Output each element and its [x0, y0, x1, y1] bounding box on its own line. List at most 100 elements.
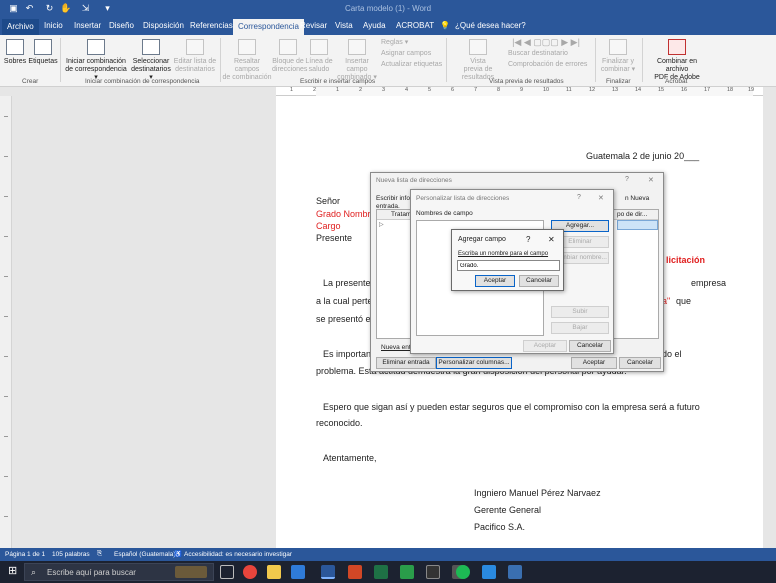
- tab-correspondencia[interactable]: Correspondencia: [233, 19, 304, 35]
- search-icon: ⌕: [31, 567, 37, 577]
- tab-disposicion[interactable]: Disposición: [143, 21, 184, 30]
- finish-merge-icon: [609, 39, 627, 55]
- envelope-icon: [6, 39, 24, 55]
- editar-lista-button[interactable]: Editar lista de destinatarios: [173, 39, 217, 74]
- group-label-iniciar: Iniciar combinación de correspondencia: [85, 78, 200, 85]
- vista-previa-button[interactable]: Vista previa de resultados: [450, 39, 506, 82]
- status-bar: Página 1 de 1 105 palabras ⎘ Español (Gu…: [0, 548, 776, 561]
- taskbar: ⊞ ⌕ Escribe aquí para buscar: [0, 561, 776, 583]
- resaltar-campos-button[interactable]: Resaltar campos de combinación: [222, 39, 272, 82]
- finalizar-combinar-button[interactable]: Finalizar y combinar ▾: [598, 39, 638, 74]
- tab-inicio[interactable]: Inicio: [44, 21, 63, 30]
- app-blue-icon[interactable]: [508, 565, 522, 579]
- touch-mode-icon[interactable]: ✋: [60, 3, 71, 14]
- actualizar-etiquetas-button[interactable]: Actualizar etiquetas: [381, 61, 442, 69]
- status-accesibilidad[interactable]: Accesibilidad: es necesario investigar: [184, 551, 292, 558]
- nueva-lista-cancelar-button[interactable]: Cancelar: [619, 357, 661, 369]
- linea-saludo-button[interactable]: Línea de saludo: [304, 39, 334, 74]
- personalizar-columnas-button[interactable]: Personalizar columnas...: [436, 357, 512, 369]
- personalizar-aceptar-button[interactable]: Aceptar: [523, 340, 567, 352]
- parrafo1-linea2: a la cual perter: [316, 296, 376, 306]
- bloque-direcciones-button[interactable]: Bloque de direcciones: [272, 39, 307, 74]
- grid-selected-cell[interactable]: [617, 220, 658, 230]
- accessibility-icon: ♿: [174, 551, 183, 558]
- agregar-help-icon[interactable]: ?: [526, 235, 530, 244]
- status-pagina[interactable]: Página 1 de 1: [5, 551, 45, 558]
- tab-archivo[interactable]: Archivo: [2, 19, 39, 35]
- file-explorer-icon[interactable]: [267, 565, 281, 579]
- tab-referencias[interactable]: Referencias: [190, 21, 233, 30]
- save-icon[interactable]: ▣: [8, 3, 19, 14]
- tell-me-search[interactable]: ¿Qué desea hacer?: [455, 21, 526, 30]
- presente: Presente: [316, 233, 353, 243]
- word-icon[interactable]: [321, 565, 335, 579]
- powerpoint-icon[interactable]: [348, 565, 362, 579]
- app-green-icon[interactable]: [400, 565, 414, 579]
- vscode-icon[interactable]: [482, 565, 496, 579]
- agregar-cancelar-button[interactable]: Cancelar: [519, 275, 559, 287]
- col-tipo-direccion[interactable]: po de dir...: [617, 211, 658, 218]
- more-icon[interactable]: ▾: [102, 3, 113, 14]
- horizontal-ruler[interactable]: 1 2 1 2 3 4 5 6 7 8 9 10 11 12 13 14 15 …: [276, 87, 763, 96]
- personalizar-help-icon[interactable]: ?: [577, 194, 581, 201]
- record-navigation[interactable]: |◀ ◀ ▢▢▢ ▶ ▶|: [506, 38, 586, 47]
- seleccionar-destinatarios-button[interactable]: Seleccionar destinatarios ▾: [130, 39, 172, 82]
- fecha: Guatemala 2 de junio 20___: [586, 151, 700, 161]
- personalizar-close-icon[interactable]: ✕: [598, 194, 604, 202]
- redo-icon[interactable]: ↻: [44, 3, 55, 14]
- combinar-pdf-adobe-button[interactable]: Combinar en archivo PDF de Adobe: [645, 39, 709, 82]
- personalizar-cancelar-button[interactable]: Cancelar: [569, 340, 611, 352]
- nueva-lista-title: Nueva lista de direcciones: [376, 177, 452, 184]
- insertar-campo-button[interactable]: Insertar campo combinado ▾: [334, 39, 380, 82]
- nueva-entrada-button[interactable]: Nueva ent: [381, 344, 411, 351]
- iniciar-combinacion-button[interactable]: Iniciar combinación de correspondencia ▾: [63, 39, 129, 82]
- task-view-icon[interactable]: [220, 565, 234, 579]
- tab-acrobat[interactable]: ACROBAT: [396, 21, 434, 30]
- campo-nombre-input[interactable]: [457, 260, 560, 271]
- asignar-campos-button[interactable]: Asignar campos: [381, 50, 431, 58]
- group-label-vista: Vista previa de resultados: [489, 78, 564, 85]
- ribbon-tabs: Archivo Inicio Insertar Diseño Disposici…: [0, 18, 776, 35]
- mail-icon[interactable]: [291, 565, 305, 579]
- nueva-lista-aceptar-button[interactable]: Aceptar: [571, 357, 617, 369]
- personalizar-title: Personalizar lista de direcciones: [416, 195, 510, 202]
- tab-vista[interactable]: Vista: [335, 21, 353, 30]
- spotify-icon[interactable]: [456, 565, 470, 579]
- comprobacion-errores-button[interactable]: Comprobación de errores: [508, 61, 587, 69]
- eliminar-entrada-button[interactable]: Eliminar entrada: [376, 357, 436, 369]
- undo-icon[interactable]: ↶: [24, 3, 35, 14]
- parrafo3-linea1: Espero que sigan así y pueden estar segu…: [323, 402, 700, 412]
- nueva-lista-close-icon[interactable]: ✕: [648, 176, 654, 184]
- tab-revisar[interactable]: Revisar: [300, 21, 327, 30]
- app-dark-icon[interactable]: [426, 565, 440, 579]
- nombres-campo-label: Nombres de campo: [416, 210, 473, 217]
- group-separator: [642, 38, 643, 82]
- sobres-button[interactable]: Sobres: [3, 39, 27, 66]
- status-palabras[interactable]: 105 palabras: [52, 551, 90, 558]
- vertical-ruler[interactable]: [0, 96, 12, 548]
- agregar-aceptar-button[interactable]: Aceptar: [475, 275, 515, 287]
- row-selector-icon: ▷: [379, 222, 384, 228]
- search-highlight-image: [175, 566, 207, 578]
- nueva-lista-help-icon[interactable]: ?: [625, 176, 629, 183]
- reglas-button[interactable]: Reglas ▾: [381, 39, 408, 47]
- lightbulb-icon: 💡: [440, 21, 450, 30]
- excel-icon[interactable]: [374, 565, 388, 579]
- tab-diseno[interactable]: Diseño: [109, 21, 134, 30]
- parrafo1-linea1-fin: empresa: [691, 278, 727, 288]
- agregar-close-icon[interactable]: ✕: [548, 235, 555, 244]
- status-idioma[interactable]: Español (Guatemala): [114, 551, 175, 558]
- firma-nombre: Ingniero Manuel Pérez Narvaez: [474, 488, 601, 498]
- chrome-icon[interactable]: [243, 565, 257, 579]
- subir-button[interactable]: Subir: [551, 306, 609, 318]
- bajar-button[interactable]: Bajar: [551, 322, 609, 334]
- tab-insertar[interactable]: Insertar: [74, 21, 101, 30]
- taskbar-search[interactable]: ⌕ Escribe aquí para buscar: [24, 563, 214, 581]
- windows-start-icon[interactable]: ⊞: [8, 566, 19, 577]
- tab-ayuda[interactable]: Ayuda: [363, 21, 386, 30]
- proofing-icon[interactable]: ⎘: [97, 550, 102, 558]
- etiquetas-button[interactable]: Etiquetas: [28, 39, 58, 66]
- parrafo2-linea1: Es important: [323, 349, 374, 359]
- buscar-destinatario-button[interactable]: Buscar destinatario: [508, 50, 568, 58]
- customize-toolbar-icon[interactable]: ⇲: [80, 3, 91, 14]
